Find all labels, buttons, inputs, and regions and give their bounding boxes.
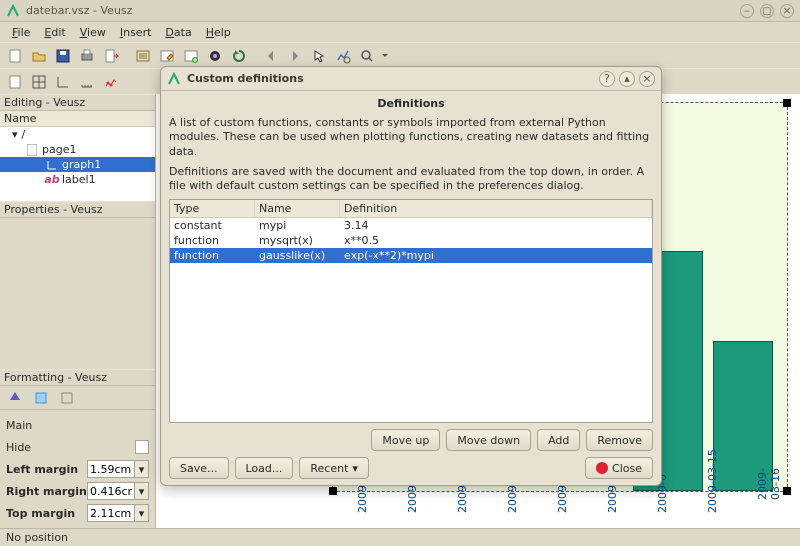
- x-tick-label: 2009-03-16: [756, 456, 782, 500]
- format-main-icon[interactable]: [4, 387, 26, 409]
- capture-icon[interactable]: [204, 45, 226, 67]
- tree-root[interactable]: ▾/: [0, 127, 155, 142]
- format-border-icon[interactable]: [56, 387, 78, 409]
- menu-view[interactable]: View: [74, 24, 112, 41]
- print-icon[interactable]: [76, 45, 98, 67]
- reload-icon[interactable]: [228, 45, 250, 67]
- add-graph-icon[interactable]: [52, 71, 74, 93]
- chevron-down-icon: ▾: [352, 462, 358, 475]
- format-bg-icon[interactable]: [30, 387, 52, 409]
- left-margin-label: Left margin: [6, 463, 78, 476]
- page-icon: [26, 144, 38, 156]
- add-xy-icon[interactable]: [100, 71, 122, 93]
- recent-button[interactable]: Recent ▾: [299, 457, 369, 479]
- formatting-main-label: Main: [6, 419, 32, 432]
- label-icon: ab: [46, 174, 58, 186]
- remove-button[interactable]: Remove: [586, 429, 653, 451]
- editing-title: Editing - Veusz: [0, 94, 155, 111]
- edit-data-icon[interactable]: [156, 45, 178, 67]
- close-dialog-icon[interactable]: ×: [639, 71, 655, 87]
- col-type[interactable]: Type: [170, 200, 255, 217]
- resize-handle[interactable]: [783, 487, 791, 495]
- chevron-down-icon[interactable]: ▾: [135, 504, 149, 522]
- app-icon: [167, 72, 181, 86]
- left-margin-input[interactable]: [87, 460, 135, 478]
- chevron-down-icon[interactable]: ▾: [135, 482, 149, 500]
- minimize-icon[interactable]: –: [740, 4, 754, 18]
- save-icon[interactable]: [52, 45, 74, 67]
- movedown-button[interactable]: Move down: [446, 429, 531, 451]
- import-icon[interactable]: [132, 45, 154, 67]
- export-icon[interactable]: [100, 45, 122, 67]
- statusbar: No position: [0, 528, 800, 546]
- dialog-desc2: Definitions are saved with the document …: [169, 165, 653, 194]
- x-tick-label: 2009-03-15: [706, 449, 719, 513]
- chevron-down-icon[interactable]: ▾: [135, 460, 149, 478]
- graph-icon: [46, 159, 58, 171]
- menu-help[interactable]: Help: [200, 24, 237, 41]
- app-icon: [6, 4, 20, 18]
- nav-left-icon[interactable]: [260, 45, 282, 67]
- status-text: No position: [6, 531, 68, 544]
- moveup-button[interactable]: Move up: [371, 429, 440, 451]
- menu-data[interactable]: Data: [159, 24, 197, 41]
- menu-edit[interactable]: Edit: [38, 24, 71, 41]
- tree-header-name[interactable]: Name: [0, 111, 155, 127]
- close-button[interactable]: Close: [585, 457, 653, 479]
- formatting-title: Formatting - Veusz: [0, 369, 155, 386]
- new-icon[interactable]: [4, 45, 26, 67]
- dialog-title: Custom definitions: [187, 72, 595, 85]
- rollup-icon[interactable]: ▴: [619, 71, 635, 87]
- right-margin-label: Right margin: [6, 485, 87, 498]
- toolbar-file: [0, 42, 800, 68]
- add-grid-icon[interactable]: [28, 71, 50, 93]
- tree-graph1[interactable]: graph1: [0, 157, 155, 172]
- window-titlebar: datebar.vsz - Veusz – ◻ ×: [0, 0, 800, 22]
- table-row[interactable]: functionmysqrt(x)x**0.5: [170, 233, 652, 248]
- resize-handle[interactable]: [329, 487, 337, 495]
- close-window-icon[interactable]: ×: [780, 4, 794, 18]
- load-button[interactable]: Load...: [235, 457, 294, 479]
- tree-label1[interactable]: ab label1: [0, 172, 155, 187]
- menubar: File Edit View Insert Data Help: [0, 22, 800, 42]
- save-button[interactable]: Save...: [169, 457, 229, 479]
- custom-definitions-dialog: Custom definitions ? ▴ × Definitions A l…: [160, 66, 662, 486]
- dialog-desc1: A list of custom functions, constants or…: [169, 116, 653, 159]
- dialog-heading: Definitions: [169, 97, 653, 110]
- hide-label: Hide: [6, 441, 31, 454]
- create-data-icon[interactable]: [180, 45, 202, 67]
- tree-page1[interactable]: page1: [0, 142, 155, 157]
- menu-insert[interactable]: Insert: [114, 24, 158, 41]
- properties-title: Properties - Veusz: [0, 201, 155, 218]
- add-page-icon[interactable]: [4, 71, 26, 93]
- hide-checkbox[interactable]: [135, 440, 149, 454]
- help-icon[interactable]: ?: [599, 71, 615, 87]
- zoom-menu-icon[interactable]: [356, 45, 378, 67]
- window-title: datebar.vsz - Veusz: [26, 4, 740, 17]
- add-button[interactable]: Add: [537, 429, 580, 451]
- nav-right-icon[interactable]: [284, 45, 306, 67]
- table-row[interactable]: functiongausslike(x)exp(-x**2)*mypi: [170, 248, 652, 263]
- resize-handle[interactable]: [783, 99, 791, 107]
- open-icon[interactable]: [28, 45, 50, 67]
- close-icon: [596, 462, 608, 474]
- top-margin-label: Top margin: [6, 507, 75, 520]
- top-margin-input[interactable]: [87, 504, 135, 522]
- widget-tree[interactable]: Name ▾/ page1 graph1 ab label1: [0, 111, 155, 201]
- definitions-table[interactable]: Type Name Definition constantmypi3.14fun…: [169, 199, 653, 423]
- menu-file[interactable]: File: [6, 24, 36, 41]
- zoom-graph-icon[interactable]: [332, 45, 354, 67]
- add-axis-icon[interactable]: [76, 71, 98, 93]
- right-margin-input[interactable]: [87, 482, 135, 500]
- dropdown-icon[interactable]: [380, 45, 390, 67]
- table-row[interactable]: constantmypi3.14: [170, 218, 652, 233]
- col-definition[interactable]: Definition: [340, 200, 652, 217]
- col-name[interactable]: Name: [255, 200, 340, 217]
- pointer-icon[interactable]: [308, 45, 330, 67]
- maximize-icon[interactable]: ◻: [760, 4, 774, 18]
